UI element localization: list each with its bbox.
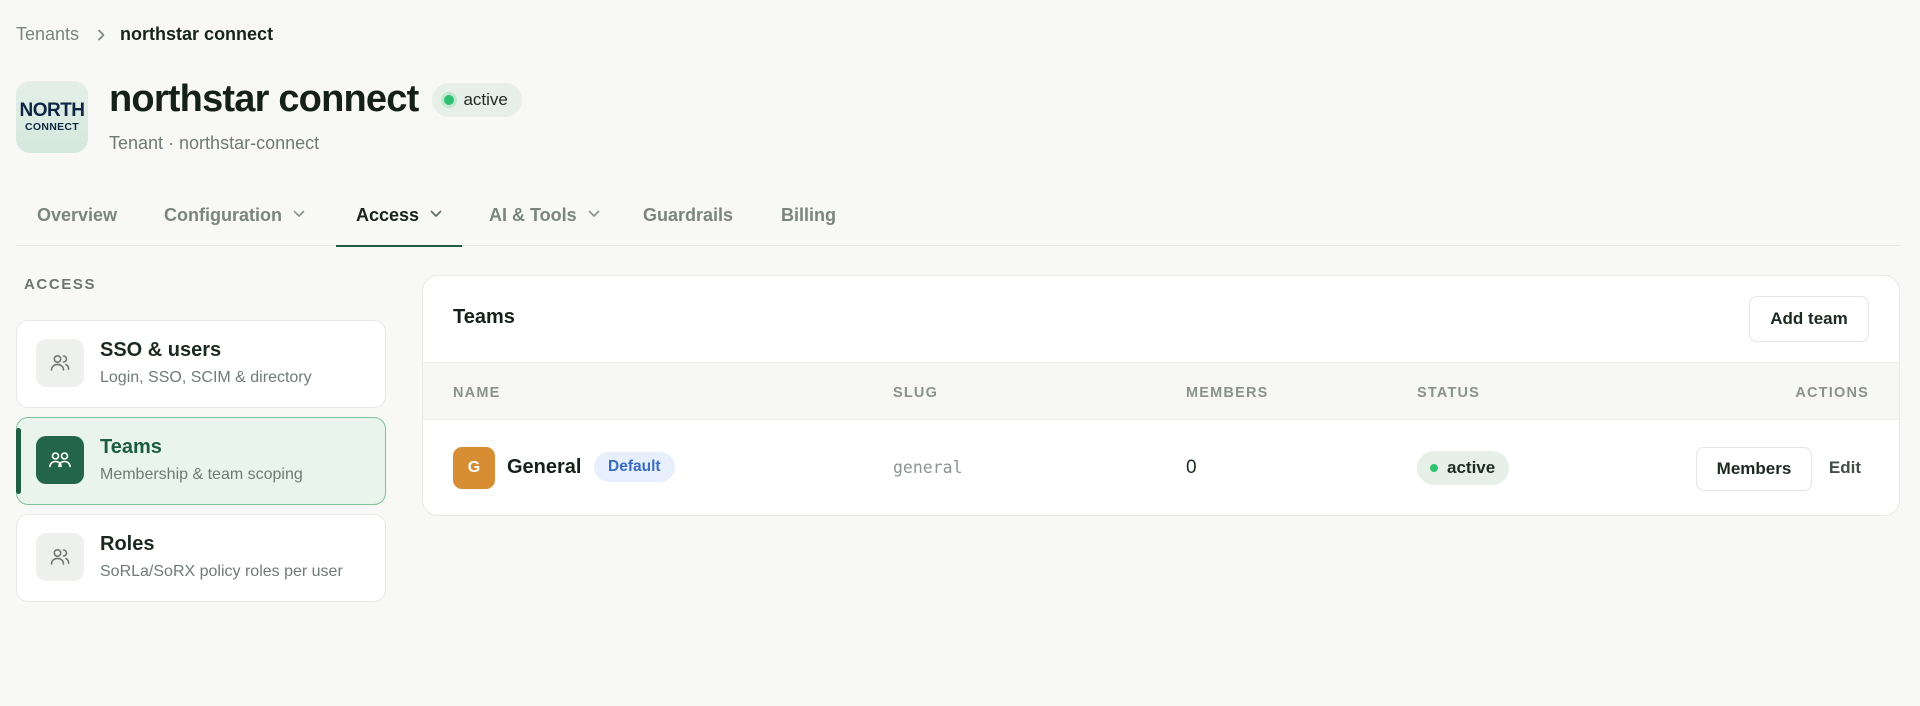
sidebar-heading: ACCESS <box>24 276 97 293</box>
title-row: northstar connect active <box>109 78 522 121</box>
page-title: northstar connect <box>109 78 419 120</box>
tab-bar: Overview Configuration Access AI & Tools… <box>16 196 1900 247</box>
team-avatar: G <box>453 447 495 489</box>
sidebar-item-teams[interactable]: Teams Membership & team scoping <box>16 417 386 505</box>
tab-access[interactable]: Access <box>335 196 463 247</box>
panel-title: Teams <box>453 306 515 328</box>
chevron-down-icon <box>293 210 305 218</box>
team-slug: general <box>893 458 963 477</box>
teams-panel: Teams Add team NAME SLUG MEMBERS STATUS … <box>422 275 1900 516</box>
tab-guardrails[interactable]: Guardrails <box>643 196 733 246</box>
column-header-name: NAME <box>453 385 501 401</box>
sidebar-item-description: Membership & team scoping <box>100 466 303 483</box>
tenant-logo: NORTH CONNECT <box>16 81 88 153</box>
sidebar-item-roles[interactable]: Roles SoRLa/SoRX policy roles per user <box>16 514 386 602</box>
sidebar-item-title: SSO & users <box>100 339 222 361</box>
sidebar-item-title: Roles <box>100 533 155 555</box>
users-icon <box>36 533 84 581</box>
chevron-right-icon <box>97 29 106 41</box>
status-badge-label: active <box>463 89 508 109</box>
sidebar-item-sso-users[interactable]: SSO & users Login, SSO, SCIM & directory <box>16 320 386 408</box>
column-header-members: MEMBERS <box>1186 385 1269 401</box>
team-icon <box>36 436 84 484</box>
tab-label: Guardrails <box>643 205 734 225</box>
team-name: General <box>507 456 582 478</box>
status-dot-icon <box>444 94 455 105</box>
edit-button[interactable]: Edit <box>1829 458 1861 478</box>
team-status-badge: active <box>1417 451 1510 485</box>
tab-billing[interactable]: Billing <box>781 196 836 246</box>
tab-overview[interactable]: Overview <box>37 196 117 246</box>
team-members-count: 0 <box>1186 457 1197 478</box>
table-row: G General Default general 0 active Membe… <box>423 420 1899 515</box>
tab-label: Overview <box>37 205 118 225</box>
status-badge: active <box>432 82 522 117</box>
breadcrumb-tenants-link[interactable]: Tenants <box>16 24 79 45</box>
tab-configuration[interactable]: Configuration <box>164 196 305 246</box>
table-header: NAME SLUG MEMBERS STATUS ACTIONS <box>423 362 1899 420</box>
column-header-actions: ACTIONS <box>1795 385 1869 401</box>
tab-label: Billing <box>781 205 836 225</box>
add-team-button[interactable]: Add team <box>1749 296 1869 342</box>
sidebar-item-title: Teams <box>100 436 162 458</box>
page-subtitle: Tenant · northstar-connect <box>109 133 320 153</box>
chevron-down-icon <box>430 210 442 218</box>
sidebar-item-description: Login, SSO, SCIM & directory <box>100 369 312 386</box>
tab-label: Access <box>356 205 420 225</box>
breadcrumb: Tenants northstar connect <box>16 24 273 45</box>
column-header-slug: SLUG <box>893 385 939 401</box>
tab-label: Configuration <box>164 205 282 225</box>
logo-text-bottom: CONNECT <box>24 121 79 134</box>
users-icon <box>36 339 84 387</box>
chevron-down-icon <box>588 210 600 218</box>
sidebar-item-description: SoRLa/SoRX policy roles per user <box>100 563 343 580</box>
default-badge: Default <box>594 452 675 482</box>
tab-label: AI & Tools <box>489 205 577 225</box>
members-button[interactable]: Members <box>1696 447 1812 491</box>
tab-ai-tools[interactable]: AI & Tools <box>489 196 600 246</box>
status-dot-icon <box>1430 464 1438 472</box>
column-header-status: STATUS <box>1417 385 1481 401</box>
logo-text-top: NORTH <box>19 100 85 122</box>
team-status-label: active <box>1447 458 1496 477</box>
breadcrumb-current: northstar connect <box>120 24 274 44</box>
